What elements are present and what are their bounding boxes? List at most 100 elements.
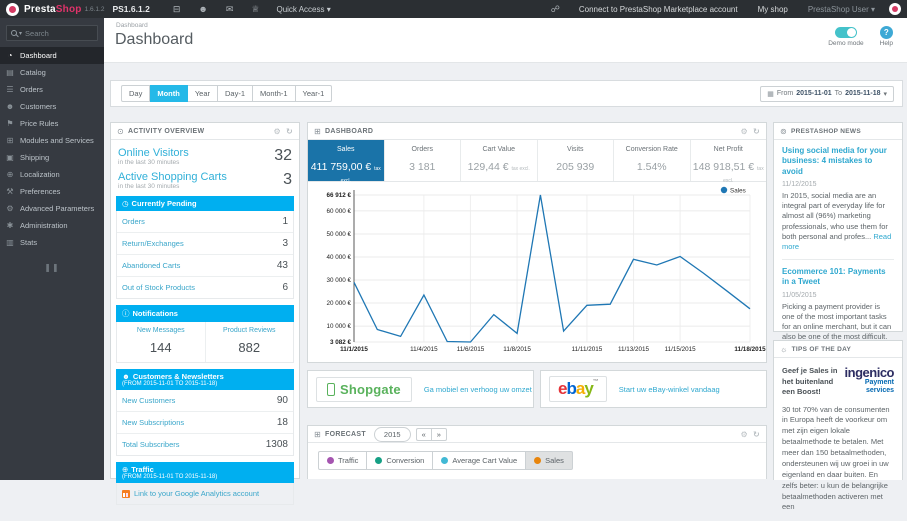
notifications-cols: New Messages144 Product Reviews882 [116,322,294,363]
refresh-icon[interactable]: ↻ [753,127,760,136]
sidebar-item-shipping[interactable]: ▣Shipping [0,149,104,166]
svg-text:11/15/2015: 11/15/2015 [665,346,697,353]
ebay-banner: ebay™ Start uw eBay-winkel vandaag [540,370,767,408]
filter-month-button[interactable]: Month [150,85,188,102]
ingenico-logo: ingenico Paymentservices [845,366,894,395]
sidebar-item-customers[interactable]: ☻Customers [0,98,104,115]
active-carts-link[interactable]: Active Shopping Carts [118,171,227,183]
metric-tab-conversion[interactable]: Conversion Rate1.54% [614,140,691,181]
demo-mode-control: Demo mode [828,25,863,47]
svg-text:Sales: Sales [730,187,746,194]
sidebar-item-stats[interactable]: ▥Stats [0,234,104,251]
list-item: New Messages144 [117,322,205,362]
filter-year-button[interactable]: Year [188,85,218,102]
article-title-link[interactable]: Ecommerce 101: Payments in a Tweet [782,267,894,288]
dashboard-panel: ⊞ DASHBOARD ⚙↻ Sales411 759,00 € tax exc… [307,122,767,363]
metric-tab-cart-value[interactable]: Cart Value129,44 € tax excl. [461,140,538,181]
svg-text:3 082 €: 3 082 € [330,339,352,346]
legend-sales-button[interactable]: Sales [526,451,573,470]
prestashop-logo-icon[interactable] [6,3,19,16]
article-title-link[interactable]: Using social media for your business: 4 … [782,146,894,177]
sidebar-item-advanced-parameters[interactable]: ⚙Advanced Parameters [0,200,104,217]
filter-month-1-button[interactable]: Month-1 [253,85,296,102]
filter-day-1-button[interactable]: Day-1 [218,85,253,102]
sales-dot-icon [534,457,541,464]
forecast-year-selector[interactable]: 2015 [374,427,411,442]
quick-access-menu[interactable]: Quick Access ▾ [276,5,330,14]
demo-mode-toggle[interactable] [835,27,857,38]
active-carts-value: 3 [283,171,292,189]
date-range-picker[interactable]: ▦ From 2015-11-01 To 2015-11-18 ▾ [760,86,894,102]
conversion-dot-icon [375,457,382,464]
marketplace-link[interactable]: Connect to PrestaShop Marketplace accoun… [579,5,738,14]
sidebar-item-modules[interactable]: ⊞Modules and Services [0,132,104,149]
metric-tab-orders[interactable]: Orders3 181 [385,140,462,181]
phone-icon [327,383,335,396]
search-input[interactable] [25,29,95,38]
sidebar-search: ▾ [6,25,98,41]
modules-icon: ⊞ [0,136,20,145]
svg-text:60 000 €: 60 000 € [326,208,351,215]
svg-text:11/4/2015: 11/4/2015 [410,346,438,353]
forecast-panel-title: FORECAST [325,431,366,438]
metric-tab-net-profit[interactable]: Net Profit148 918,51 € tax excl. [691,140,767,181]
trophy-icon[interactable]: ♕ [251,4,259,15]
gears-icon: ⚙ [0,204,20,213]
user-menu[interactable]: PrestaShop User ▾ [808,5,875,14]
sidebar-item-orders[interactable]: ☰Orders [0,81,104,98]
google-analytics-link[interactable]: Link to your Google Analytics account [116,483,294,505]
page-title: Dashboard [115,31,193,49]
admin-icon: ✱ [0,221,20,230]
sidebar-item-preferences[interactable]: ⚒Preferences [0,183,104,200]
tags-icon: ⚑ [0,119,20,128]
online-visitors-link[interactable]: Online Visitors [118,147,189,159]
table-row: New Customers90 [117,390,293,412]
sidebar-item-dashboard[interactable]: ◔Dashboard [0,47,104,64]
page-header: Dashboard Dashboard Demo mode ? Help [104,18,907,63]
refresh-icon[interactable]: ↻ [286,127,293,136]
gear-icon[interactable]: ⚙ [274,127,281,136]
filter-year-1-button[interactable]: Year-1 [296,85,333,102]
sidebar-item-catalog[interactable]: ▤Catalog [0,64,104,81]
svg-text:11/18/2015: 11/18/2015 [734,346,766,353]
user-avatar[interactable] [889,3,901,15]
sidebar-item-price-rules[interactable]: ⚑Price Rules [0,115,104,132]
sidebar-item-localization[interactable]: ⊕Localization [0,166,104,183]
sidebar-item-administration[interactable]: ✱Administration [0,217,104,234]
news-panel-title: PRESTASHOP NEWS [791,128,861,135]
my-shop-link[interactable]: My shop [758,5,788,14]
rss-icon: ⊚ [780,127,787,136]
metric-tabs: Sales411 759,00 € tax excl. Orders3 181 … [308,140,766,182]
shopgate-link[interactable]: Ga mobiel en verhoog uw omzet [424,385,532,394]
cart-icon[interactable]: ⊟ [173,4,181,15]
metric-tab-sales[interactable]: Sales411 759,00 € tax excl. [308,140,385,181]
forecast-legend: Traffic Conversion Average Cart Value Sa… [318,451,766,470]
topbar: PrestaShop 1.6.1.2 PS1.6.1.2 ⊟ ☻ ✉ ♕ Qui… [0,0,907,18]
news-article: Using social media for your business: 4 … [782,146,894,252]
legend-conversion-button[interactable]: Conversion [367,451,433,470]
filter-day-button[interactable]: Day [121,85,150,102]
catalog-icon: ▤ [0,68,20,77]
bulb-icon: ☼ [780,345,788,354]
help-icon[interactable]: ? [880,26,893,39]
ebay-link[interactable]: Start uw eBay-winkel vandaag [619,385,720,394]
sidebar-collapse-icon[interactable]: ❚❚ [0,263,104,272]
legend-traffic-button[interactable]: Traffic [318,451,367,470]
pending-section-header: ◷Currently Pending [116,196,294,211]
gauge-icon: ◔ [0,51,20,60]
refresh-icon[interactable]: ↻ [753,430,760,439]
search-caret-icon[interactable]: ▾ [19,30,22,37]
customers-icon[interactable]: ☻ [198,4,207,14]
metric-tab-visits[interactable]: Visits205 939 [538,140,615,181]
clock-icon: ◷ [122,199,129,208]
legend-avg-cart-button[interactable]: Average Cart Value [433,451,526,470]
gear-icon[interactable]: ⚙ [741,127,748,136]
gear-icon[interactable]: ⚙ [741,430,748,439]
customers-section-header: ☻Customers & Newsletters(FROM 2015-11-01… [116,369,294,390]
breadcrumb[interactable]: Dashboard [116,22,148,29]
table-row: Total Subscribers1308 [117,434,293,455]
period-filter-group: Day Month Year Day-1 Month-1 Year-1 [121,85,332,102]
forecast-prev-button[interactable]: « [416,428,431,441]
forecast-next-button[interactable]: » [431,428,447,441]
mail-icon[interactable]: ✉ [226,4,234,15]
